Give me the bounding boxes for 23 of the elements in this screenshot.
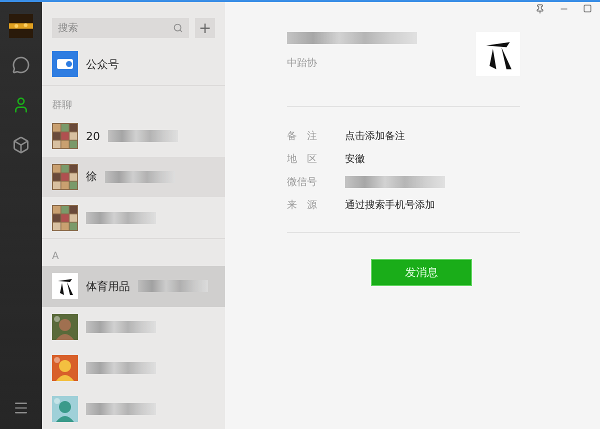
field-value: 点击添加备注 xyxy=(345,130,405,143)
field-label: 地 区 xyxy=(287,152,318,166)
pin-icon[interactable] xyxy=(535,4,545,14)
field-label: 来 源 xyxy=(287,198,318,212)
contact-item[interactable]: 20 xyxy=(42,116,225,156)
pixelated-blur xyxy=(86,402,156,415)
field-label: 备 注 xyxy=(287,130,318,143)
pixelated-blur xyxy=(86,212,156,224)
field-label: 微信号 xyxy=(287,176,318,189)
pixelated-blur xyxy=(108,130,178,142)
pixelated-blur xyxy=(105,170,175,183)
contact-item[interactable]: 徐 xyxy=(42,156,225,198)
pixelated-blur xyxy=(86,362,156,374)
contact-item[interactable]: 公众号 xyxy=(42,44,225,85)
profile-subtitle: 中跆协 xyxy=(287,56,318,70)
contact-item[interactable]: 体育用品 xyxy=(42,266,225,307)
pixelated-blur xyxy=(86,321,156,334)
search-icon xyxy=(173,23,183,33)
pixelated-blur xyxy=(138,280,208,292)
field-value: 通过搜索手机号添加 xyxy=(345,198,435,212)
maximize-icon[interactable] xyxy=(583,4,592,13)
field-value: 安徽 xyxy=(345,152,365,166)
add-button[interactable]: + xyxy=(195,18,215,38)
